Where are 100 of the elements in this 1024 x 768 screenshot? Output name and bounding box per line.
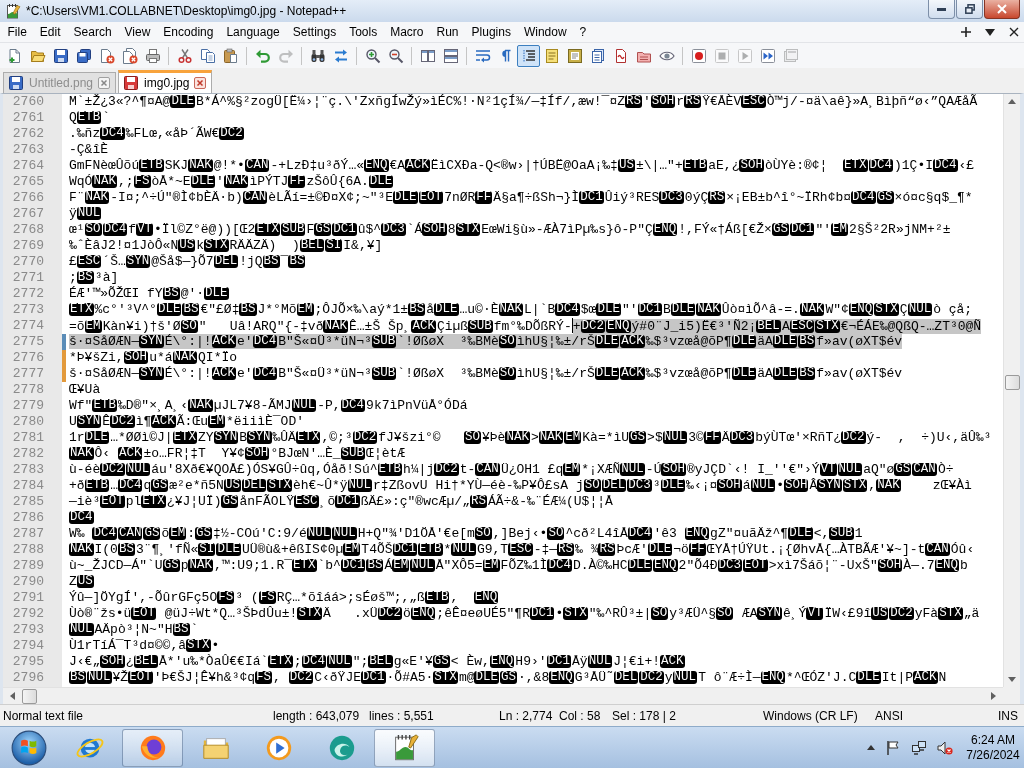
control-code: SYN (247, 431, 272, 444)
code-text: ¿ (125, 654, 134, 669)
taskbar-button[interactable] (122, 728, 183, 767)
control-code: DLE (647, 543, 673, 556)
menu-item[interactable]: Language (219, 23, 287, 41)
code-text: J‹€„ (69, 654, 101, 669)
code-text: …u©·È (459, 302, 499, 317)
code-text: ,]Bej‹• (492, 526, 548, 541)
control-code: NAK (223, 175, 249, 188)
menu-item[interactable]: Macro (383, 23, 430, 41)
control-code: NAK (188, 399, 213, 412)
code-text: -Ú (645, 462, 662, 477)
code-text: ö (403, 606, 411, 621)
menu-item[interactable]: Encoding (156, 23, 220, 41)
control-code: DC2 (352, 431, 378, 444)
control-code: DLE (627, 559, 653, 572)
menu-item[interactable]: View (118, 23, 157, 41)
code-text: Ûiý³RES (604, 190, 660, 205)
code-text: š·¤SåØÆN— (69, 334, 140, 349)
menu-item[interactable]: ? (573, 23, 593, 41)
code-text: @üJ÷Wt*Q…³ŠÞdÛu±! (163, 606, 298, 621)
network-icon[interactable] (911, 739, 927, 756)
code-text: Ã:Œu (176, 414, 208, 429)
code-text: AÄpò³¦N~"H (94, 622, 173, 637)
vertical-scrollbar[interactable] (1003, 94, 1020, 687)
code-text: • (776, 478, 784, 493)
control-code: NUL (587, 655, 613, 668)
code-text: "' (815, 222, 832, 237)
status-text: Col : 58 (559, 708, 602, 723)
file-tab[interactable]: img0.jpg (118, 70, 213, 93)
control-code: DLE (788, 527, 813, 540)
scroll-thumb[interactable] (1004, 375, 1020, 390)
stop-icon (713, 47, 730, 64)
control-code: SO (464, 431, 481, 444)
control-code: DC4 (102, 223, 128, 236)
speaker-muted-icon[interactable] (937, 739, 953, 756)
control-code: DLE (594, 335, 620, 348)
caret-left-icon[interactable] (9, 692, 15, 700)
split-horizontal-icon (442, 47, 459, 64)
control-code: ENQ (653, 559, 678, 572)
menu-item[interactable]: Tools (342, 23, 384, 41)
menu-item[interactable]: Run (430, 23, 466, 41)
close-icon[interactable] (1009, 27, 1019, 37)
menu-item[interactable]: File (1, 23, 34, 41)
control-code: ENQ (364, 159, 389, 172)
minimize-button[interactable] (928, 0, 955, 19)
code-text: Q (69, 110, 77, 125)
menu-item[interactable]: Window (517, 23, 574, 41)
code-text: ý- , ÷)U‹,äÛ‰³ (866, 430, 992, 445)
copy-icon (199, 47, 216, 64)
caret-up-icon[interactable] (867, 745, 875, 750)
code-text: ; (69, 270, 77, 285)
restore-button[interactable] (956, 0, 983, 19)
code-text: <, (813, 526, 830, 541)
menu-item[interactable]: Edit (33, 23, 68, 41)
code-text: M`±Ž¿3«?^¶¤A@ (69, 94, 171, 109)
control-code: EM (84, 320, 102, 333)
code-text: 0ýÇ (684, 190, 709, 205)
code-text: +ð (69, 478, 85, 493)
control-code: SYN (817, 479, 842, 492)
plus-icon[interactable] (961, 27, 971, 37)
control-code: ESC (76, 255, 102, 268)
caret-up-icon[interactable] (1008, 98, 1016, 104)
code-text: f»av(øXT$év (816, 334, 903, 349)
close-button[interactable] (984, 0, 1020, 19)
horizontal-scrollbar[interactable] (3, 687, 1003, 704)
indent-guide-button[interactable] (517, 44, 540, 67)
menu-item[interactable]: Search (67, 23, 119, 41)
control-code: EOT (100, 495, 125, 508)
caret-down-icon[interactable] (985, 27, 995, 37)
code-text: ËìCXÐa-Q<®w›|†ÚBË@OaA¡‰‡ (430, 158, 618, 173)
code-text: ³à] (94, 270, 119, 285)
scroll-thumb[interactable] (22, 688, 37, 704)
line-number: 2788 (12, 542, 44, 557)
code-text: H+Q"¾'D1ÖÅ'€e[m (357, 526, 475, 541)
menu-item[interactable]: Settings (286, 23, 343, 41)
control-code: DC3 (627, 479, 652, 492)
control-code: DC2 (841, 431, 866, 444)
control-code: SI (198, 543, 216, 556)
code-text: å (426, 302, 434, 317)
menu-item[interactable]: Plugins (465, 23, 518, 41)
code-text: ÿ (69, 206, 77, 221)
taskbar-button[interactable] (374, 728, 435, 767)
code-text: ·,&8 (518, 670, 550, 685)
flag-icon[interactable] (885, 739, 901, 756)
code-text: 'ê3 (653, 526, 678, 541)
code-text: ù-éè (69, 462, 101, 477)
code-text: RÇ…*õîáá>;sÉøš™;,„ß (276, 590, 425, 605)
code-text: Ùò®¨žs•ü (69, 606, 132, 621)
caret-right-icon[interactable] (991, 692, 997, 700)
control-code: STX (204, 239, 229, 252)
control-code: NUL (125, 463, 151, 476)
code-text: f (128, 222, 136, 237)
control-code: ACK (151, 415, 176, 428)
control-code: STX (842, 479, 868, 492)
control-code: DC4 (627, 527, 653, 540)
control-code: NAK (84, 191, 110, 204)
code-text: zŒ¥Àì (931, 478, 972, 493)
code-text: ,; (117, 174, 134, 189)
control-code: SUB (829, 527, 854, 540)
